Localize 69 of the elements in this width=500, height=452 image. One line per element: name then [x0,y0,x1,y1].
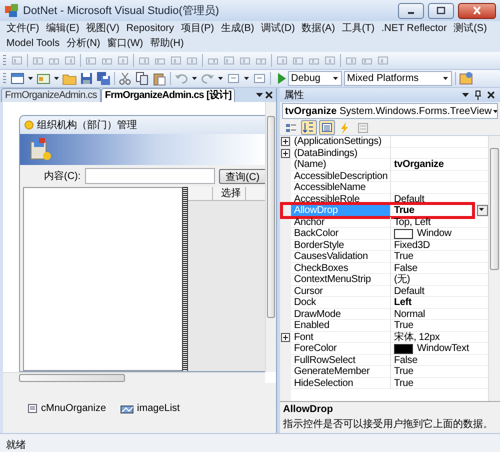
window-title: DotNet - Microsoft Visual Studio(管理员) [23,4,220,18]
property-value: False [394,262,418,274]
property-name[interactable]: (Name) [291,159,391,170]
property-name[interactable]: FullRowSelect [291,354,391,366]
menu-item[interactable]: 生成(B) [218,22,258,36]
menu-item[interactable]: 帮助(H) [146,37,188,51]
property-value: True [394,378,414,389]
menu-item[interactable]: Model Tools [3,37,63,51]
menu-item[interactable]: Repository [122,22,178,36]
search-label: 内容(C): [44,170,81,183]
menu-item[interactable]: 工具(T) [338,22,378,36]
property-name[interactable]: Anchor [291,216,391,228]
panel-title: 属性 [284,88,304,102]
document-tab[interactable]: FrmOrganizeAdmin.cs [设计] [100,88,236,102]
property-value: Default [394,194,424,205]
menu-item[interactable]: 数据(A) [298,22,338,36]
property-value: tvOrganize [394,159,444,170]
property-name[interactable]: DrawMode [291,308,391,320]
configuration-dropdown[interactable]: Debug [288,71,342,86]
menu-item[interactable]: 编辑(E) [42,22,83,36]
property-value: WindowText [417,343,469,354]
menu-item[interactable]: 视图(V) [82,22,123,36]
description-title: AllowDrop [283,404,334,415]
property-name[interactable]: (ApplicationSettings) [291,136,391,148]
property-name[interactable]: AccessibleName [291,182,391,194]
property-value: Default [394,286,424,297]
menu-item[interactable]: 窗口(W) [104,37,147,51]
property-name[interactable]: ForeColor [291,343,391,354]
property-value: Window [417,228,452,240]
property-name[interactable]: AccessibleDescription [291,170,391,182]
menu-item[interactable]: 测试(S) [450,22,490,36]
property-name[interactable]: Cursor [291,286,391,297]
description-text: 指示控件是否可以接受用户拖到它上面的数据。 [283,418,494,431]
menu-item[interactable]: .NET Reflector [378,22,450,36]
property-value: True [394,205,414,216]
document-tab[interactable]: FrmOrganizeAdmin.cs [1,88,101,102]
property-name[interactable]: Dock [291,297,391,308]
property-name[interactable]: ContextMenuStrip [291,274,391,286]
platform-dropdown[interactable]: Mixed Platforms [344,71,452,86]
property-value: Top, Left [394,216,431,228]
object-selector[interactable]: tvOrganize System.Windows.Forms.TreeView [282,103,498,119]
property-name[interactable]: GenerateMember [291,366,391,378]
form-title: 组织机构（部门）管理 [37,118,137,132]
component-label: cMnuOrganize [41,402,106,414]
property-name[interactable]: CheckBoxes [291,262,391,274]
property-value: (无) [394,274,410,286]
property-name[interactable]: Font [291,332,391,343]
property-value: True [394,366,414,378]
property-name[interactable]: CausesValidation [291,251,391,262]
property-name[interactable]: HideSelection [291,378,391,389]
menu-item[interactable]: 分析(N) [62,37,104,51]
search-button[interactable]: 查询(C) [218,168,265,184]
property-value: Left [394,297,412,308]
column-header: 选择 [213,187,246,200]
component-label: imageList [137,402,180,414]
property-value: 宋体, 12px [394,332,440,343]
property-value: False [394,354,418,366]
property-name[interactable]: Enabled [291,320,391,332]
property-value: Fixed3D [394,240,430,251]
menu-item[interactable]: 调试(D) [258,22,298,36]
property-value: Normal [394,308,426,320]
property-value: True [394,251,414,262]
menu-item[interactable]: 项目(P) [177,22,218,36]
property-name[interactable]: (DataBindings) [291,148,391,159]
status-text: 就绪 [6,438,26,452]
property-name[interactable]: BackColor [291,228,391,240]
menu-item[interactable]: 文件(F) [3,22,43,36]
property-value: True [394,320,414,332]
property-name[interactable]: BorderStyle [291,240,391,251]
